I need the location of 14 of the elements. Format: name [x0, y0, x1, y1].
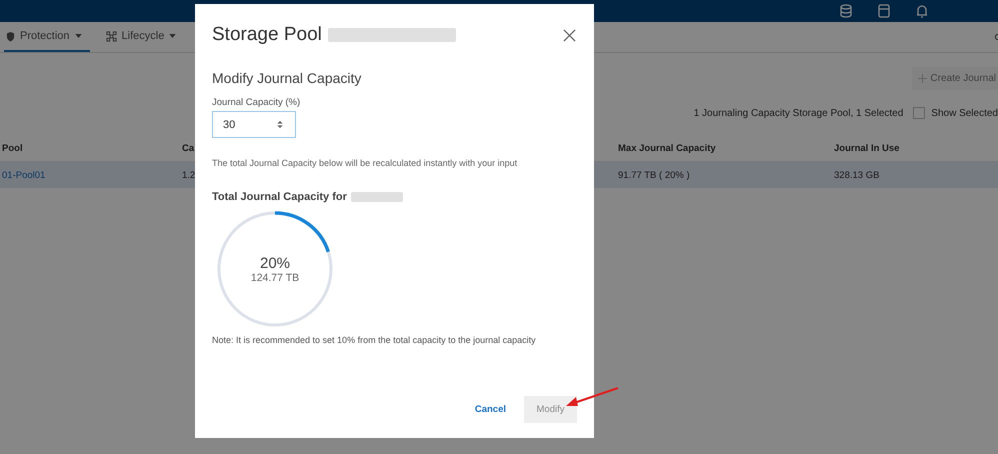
helper-text: The total Journal Capacity below will be recalculated instantly with your input [212, 158, 518, 168]
dialog-title: Storage Pool [212, 24, 322, 46]
checkbox-label: Show Selected [931, 108, 998, 118]
note-text: Note: It is recommended to set 10% from the total capacity to the journal capacity [212, 335, 537, 345]
percent-value: 20% [260, 254, 290, 272]
table-cell-text: 01-Pool01 [1, 170, 46, 180]
capacity-value: 124.77 TB [250, 272, 300, 284]
table-cell-text: 1.2 [181, 170, 196, 180]
section-title: Modify Journal Capacity [212, 70, 362, 86]
table-cell-text: 328.13 GB [833, 170, 880, 180]
selection-summary: 1 Journaling Capacity Storage Pool, 1 Selected [694, 108, 904, 118]
field-label: Journal Capacity (%) [212, 97, 302, 108]
total-heading: Total Journal Capacity for [212, 191, 347, 203]
table-cell-text: 91.77 TB ( 20% ) [617, 170, 691, 180]
